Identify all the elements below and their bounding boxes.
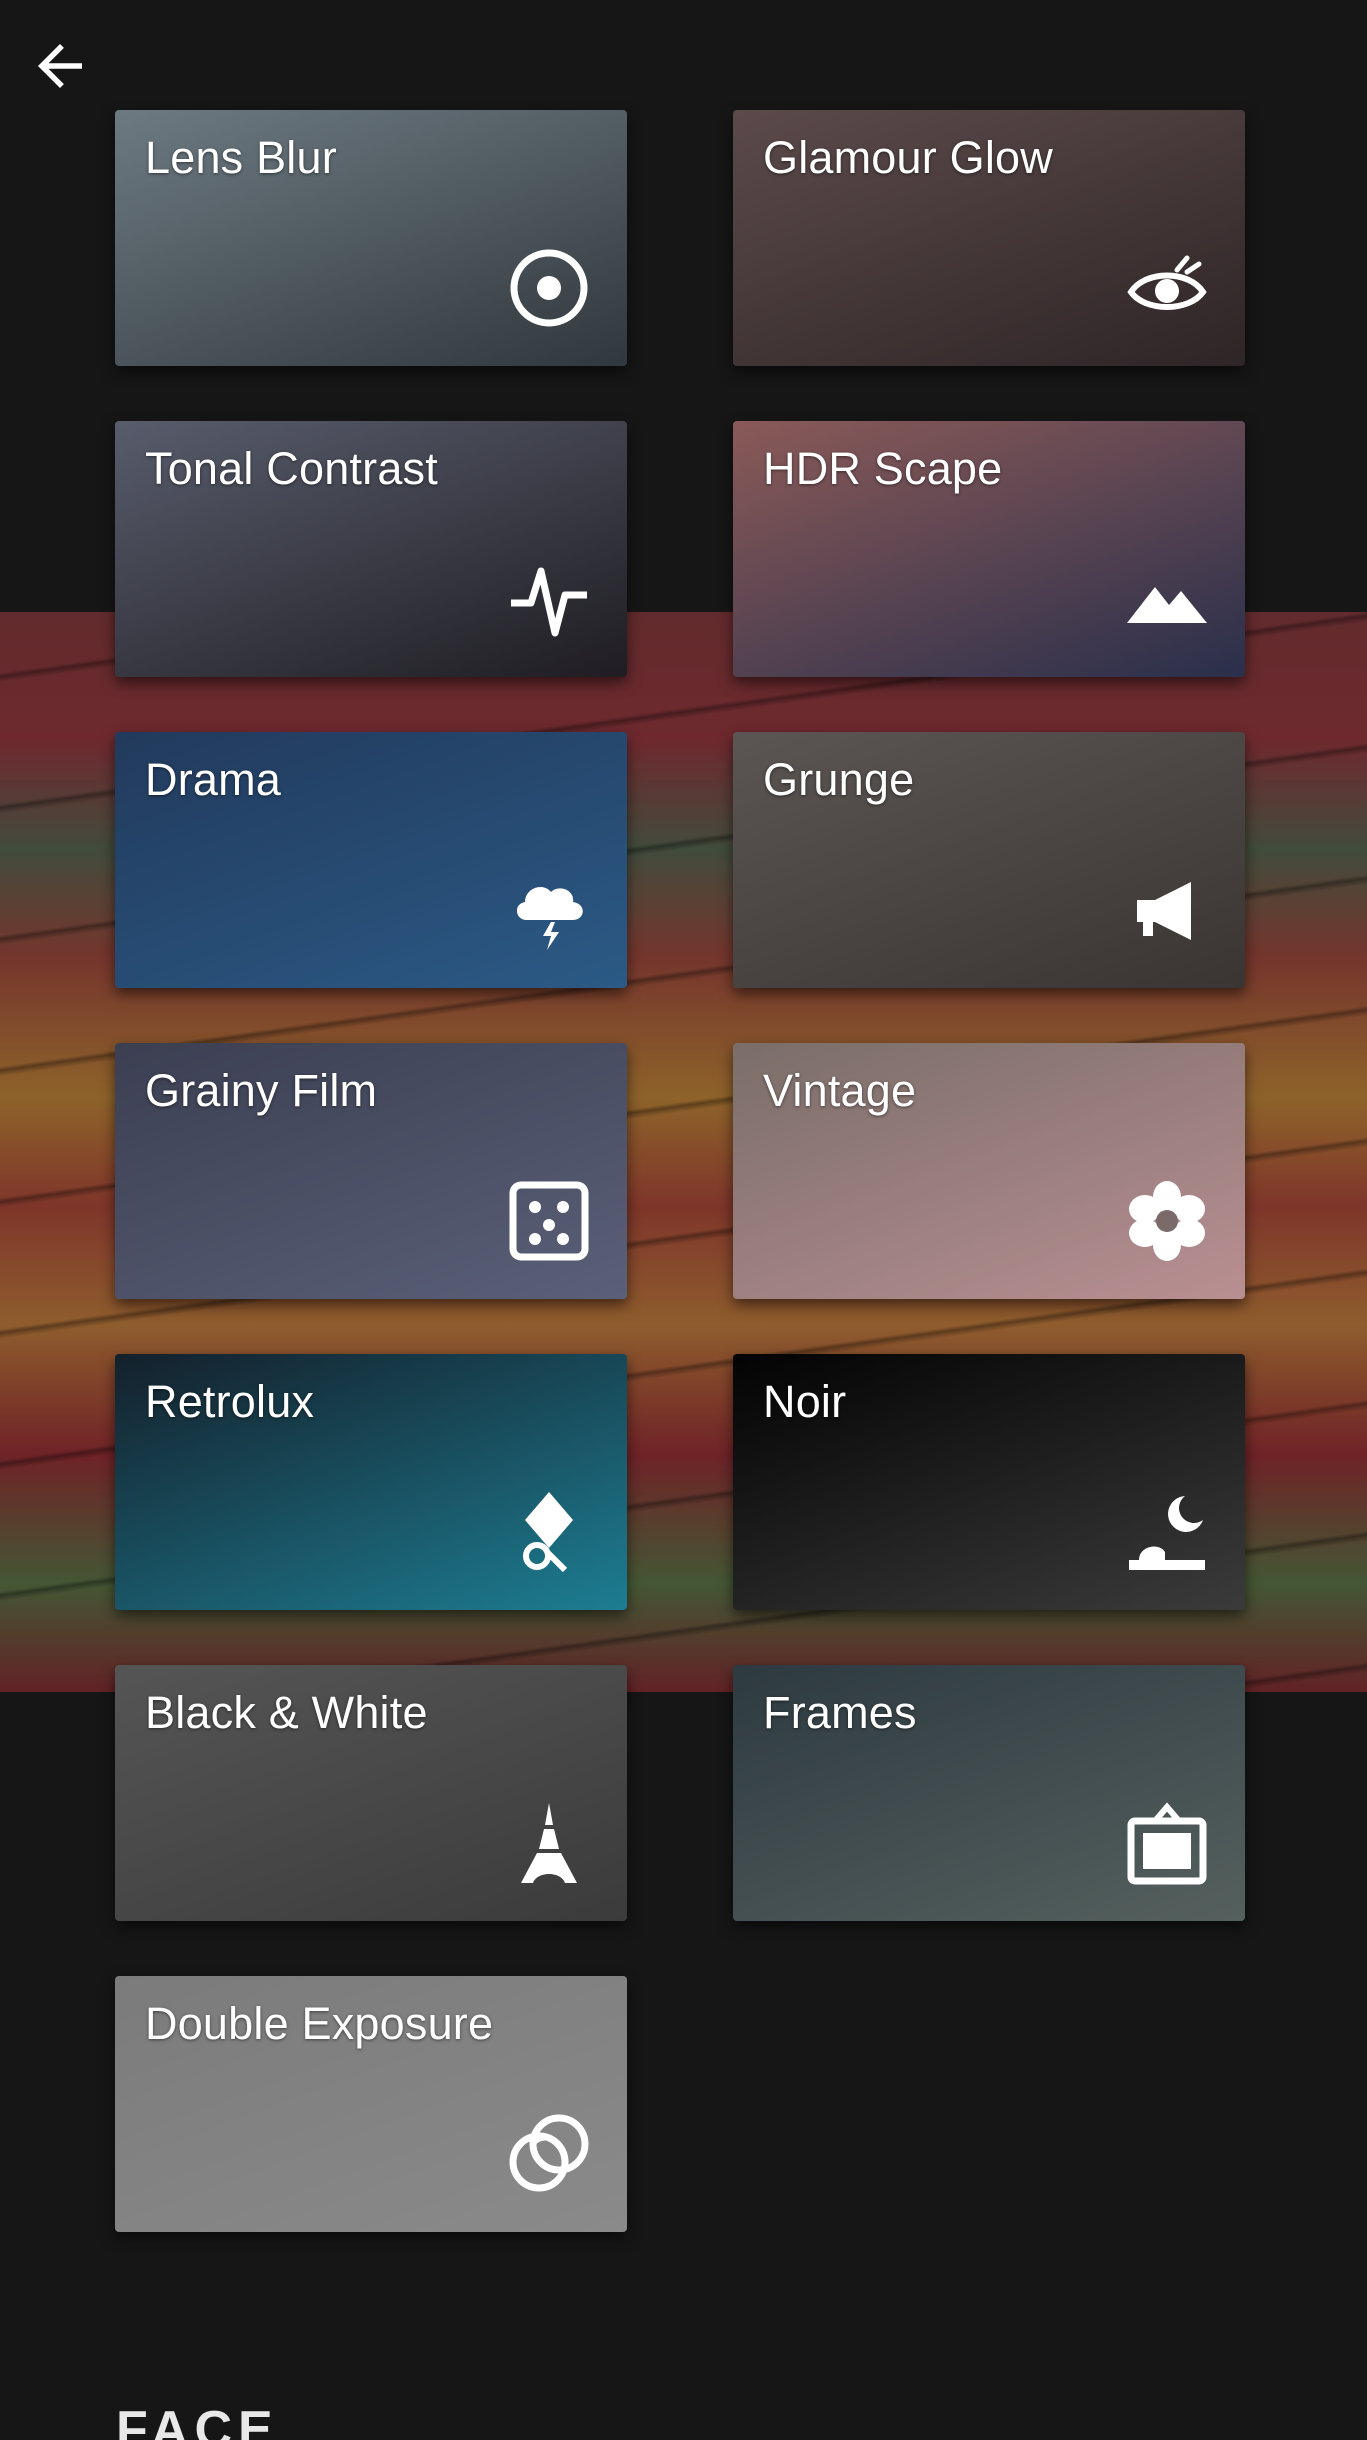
dice-icon — [507, 1179, 591, 1263]
tool-card-grunge[interactable]: Grunge — [733, 732, 1245, 988]
tool-card-frames[interactable]: Frames — [733, 1665, 1245, 1921]
tool-label: HDR Scape — [763, 443, 1003, 494]
tool-label: Drama — [145, 754, 282, 805]
tool-label: Grunge — [763, 754, 915, 805]
retrolux-icon — [507, 1490, 591, 1574]
tool-label: Grainy Film — [145, 1065, 378, 1116]
arrow-back-icon — [38, 44, 82, 88]
tool-card-tonal-contrast[interactable]: Tonal Contrast — [115, 421, 627, 677]
tool-label: Frames — [763, 1687, 917, 1738]
tool-card-glamour-glow[interactable]: Glamour Glow — [733, 110, 1245, 366]
tool-label: Noir — [763, 1376, 847, 1427]
flower-icon — [1125, 1179, 1209, 1263]
tool-card-hdr-scape[interactable]: HDR Scape — [733, 421, 1245, 677]
tool-label: Black & White — [145, 1687, 428, 1738]
tool-label: Retrolux — [145, 1376, 315, 1427]
eye-icon — [1125, 246, 1209, 330]
mountains-icon — [1125, 557, 1209, 641]
tool-label: Tonal Contrast — [145, 443, 438, 494]
target-icon — [507, 246, 591, 330]
section-title: FACE — [116, 2401, 279, 2440]
back-button[interactable] — [22, 28, 98, 104]
tool-card-retrolux[interactable]: Retrolux — [115, 1354, 627, 1610]
pulse-icon — [507, 557, 591, 641]
tool-card-double-exposure[interactable]: Double Exposure — [115, 1976, 627, 2232]
tool-card-drama[interactable]: Drama — [115, 732, 627, 988]
tool-label: Double Exposure — [145, 1998, 494, 2049]
moon-horizon-icon — [1125, 1490, 1209, 1574]
frame-icon — [1125, 1801, 1209, 1885]
tool-label: Vintage — [763, 1065, 917, 1116]
thunder-cloud-icon — [507, 868, 591, 952]
tool-label: Glamour Glow — [763, 132, 1053, 183]
tool-card-vintage[interactable]: Vintage — [733, 1043, 1245, 1299]
megaphone-icon — [1125, 868, 1209, 952]
eiffel-tower-icon — [507, 1801, 591, 1885]
tool-label: Lens Blur — [145, 132, 337, 183]
tool-card-black-white[interactable]: Black & White — [115, 1665, 627, 1921]
tool-card-lens-blur[interactable]: Lens Blur — [115, 110, 627, 366]
tool-card-grainy-film[interactable]: Grainy Film — [115, 1043, 627, 1299]
double-circle-icon — [507, 2112, 591, 2196]
tool-card-noir[interactable]: Noir — [733, 1354, 1245, 1610]
